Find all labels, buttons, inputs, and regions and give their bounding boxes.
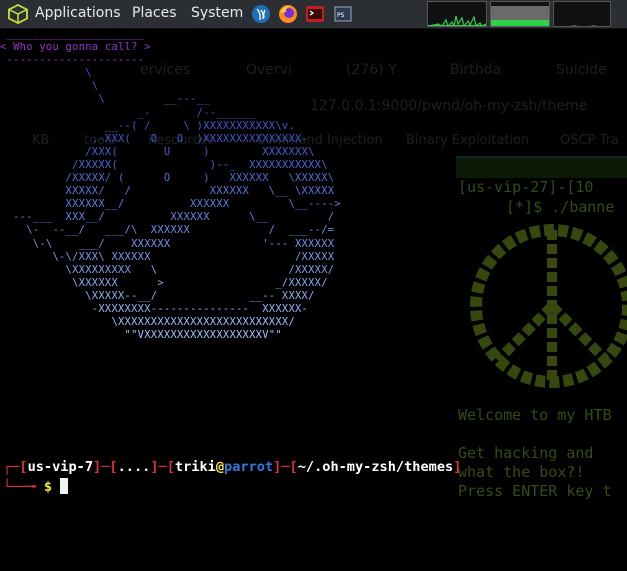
- shell-prompt: ┌─[us-vip-7]─[....]─[triki@parrot]─[~/.o…: [3, 459, 461, 475]
- applications-menu-icon[interactable]: [8, 4, 28, 24]
- menu-places[interactable]: Places: [132, 5, 177, 21]
- ascii-line: ---___ XXX__/ XXXXXX \__ /: [0, 211, 335, 224]
- text-cursor[interactable]: [60, 478, 69, 494]
- prompt-corner-bottom: └──╼: [3, 479, 44, 495]
- terminal-line: [*]$ ./banne: [506, 198, 615, 216]
- powershell-icon[interactable]: PS: [333, 4, 353, 24]
- ascii-line: XXXXX/ / XXXXXX \__ \XXXXX: [0, 185, 335, 198]
- ascii-line: .-XXX( O O )XXXXXXXXXXXXXXX-: [0, 132, 309, 145]
- firefox-icon[interactable]: [278, 4, 298, 24]
- ascii-line: \-\ ___/ XXXXXX '--- XXXXXX: [0, 237, 335, 250]
- ascii-line: \-\/XXX\ XXXXXX /XXXXX: [0, 250, 335, 263]
- terminal-line: Get hacking and: [458, 444, 594, 462]
- parrot-launcher-icon[interactable]: [251, 4, 271, 24]
- browser-tab: (276) Y: [346, 62, 397, 78]
- cowsay-ghostbusters-art: _____________________ < Who you gonna cal…: [0, 28, 341, 342]
- prompt-dots: ....: [117, 459, 151, 475]
- terminal-line: what the box?!: [458, 463, 585, 481]
- prompt-corner: ┌─[: [3, 459, 28, 475]
- ascii-line: /XXXXX( )--_ XXXXXXXXXXX\: [0, 158, 328, 171]
- ascii-line: \XXXXXXXXX \ /XXXXX/: [0, 263, 335, 276]
- prompt-at: @: [215, 459, 225, 475]
- ascii-line: \: [0, 67, 92, 80]
- terminal-line: [us-vip-27]-[10: [458, 178, 594, 196]
- prompt-path: ~/.oh-my-zsh/themes: [297, 459, 454, 475]
- ascii-line: \: [0, 80, 99, 93]
- prompt-symbol: $: [43, 479, 53, 495]
- terminal-launcher-icon[interactable]: [305, 4, 325, 24]
- prompt-sep: ]─[: [273, 459, 298, 475]
- ascii-line: < Who you gonna call? >: [0, 41, 151, 54]
- cpu-graph: [427, 1, 487, 27]
- ascii-line: -XXXXXXXX--------------- XXXXXX-: [0, 302, 309, 315]
- ascii-line: _____________________: [0, 28, 145, 40]
- top-panel: Applications Places System PS: [0, 0, 627, 29]
- memory-graph: [490, 1, 550, 27]
- terminal-line: Press ENTER key t: [458, 482, 612, 500]
- ascii-line: \XXXXXX > _/XXXXX/: [0, 276, 328, 289]
- ascii-line: \- --__/ ___/\ XXXXXX / ___--/=: [0, 224, 335, 237]
- prompt-host: us-vip-7: [27, 459, 94, 475]
- ascii-line: \ __---__: [0, 93, 210, 106]
- shell-input-line[interactable]: └──╼ $: [3, 478, 69, 495]
- bookmark: OSCP Tra: [560, 133, 619, 148]
- ascii-line: \XXXXX--__/ __-- XXXX/: [0, 289, 315, 302]
- background-terminal: [us-vip-27]-[10 [*]$ ./banne Welcome to …: [456, 156, 627, 571]
- prompt-sep: ]─[: [150, 459, 175, 475]
- ascii-peace-logo: [470, 224, 627, 388]
- ascii-line: ""VXXXXXXXXXXXXXXXXXXV"": [0, 329, 282, 342]
- prompt-machine: parrot: [224, 459, 274, 475]
- bookmark: Binary Exploitation: [406, 133, 530, 148]
- ascii-line: /XXXXX/ ( O ) XXXXXX \XXXXX\: [0, 172, 335, 185]
- browser-url: 127.0.0.1:9000/pwnd/oh-my-zsh/theme: [310, 98, 588, 114]
- ascii-line: /XXX( U ) XXXXXXX\: [0, 145, 315, 158]
- ascii-line: __--( / \ )XXXXXXXXXXX\v.: [0, 119, 296, 132]
- prompt-user: triki: [174, 459, 216, 475]
- browser-tab: Suicide: [556, 62, 607, 78]
- browser-tab: Birthda: [450, 62, 502, 78]
- ascii-line: \XXXXXXXXXXXXXXXXXXXXXXXXXX/: [0, 316, 296, 329]
- menu-system[interactable]: System: [191, 5, 243, 21]
- ascii-line: _- /--______: [0, 106, 256, 119]
- terminal-tab-bar: [456, 156, 627, 178]
- network-graph: [553, 1, 611, 27]
- terminal-line: Welcome to my HTB: [458, 406, 612, 424]
- ascii-line: ---------------------: [0, 54, 145, 67]
- ascii-line: XXXXXX__/ XXXXXX \__---->: [0, 198, 341, 211]
- svg-text:PS: PS: [337, 12, 345, 19]
- prompt-end: ]: [453, 459, 462, 475]
- menu-applications[interactable]: Applications: [35, 5, 121, 21]
- prompt-sep: ]─[: [93, 459, 118, 475]
